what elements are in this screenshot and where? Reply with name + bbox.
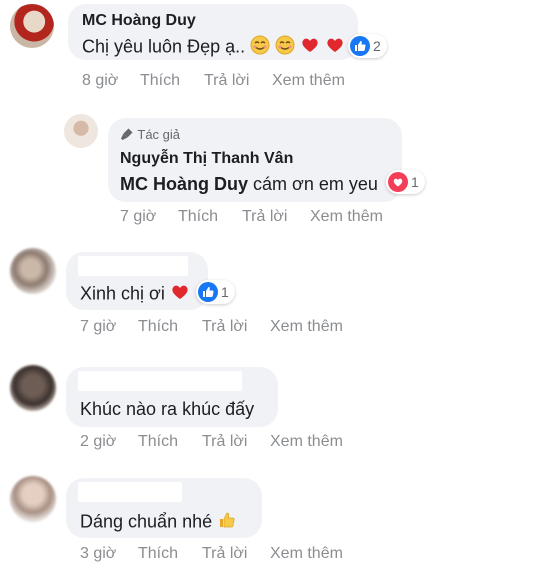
- comment-author[interactable]: Nguyễn Thị Thanh Vân: [120, 150, 293, 168]
- comment-text: Dáng chuẩn nhé: [80, 510, 237, 535]
- reaction-count: 1: [221, 284, 229, 300]
- smiling-emoji: [275, 35, 295, 60]
- reaction-count: 1: [411, 174, 419, 190]
- like-link[interactable]: Thích: [138, 318, 202, 336]
- comment-text: Chị yêu luôn Đẹp ạ..: [82, 35, 345, 60]
- see-more-link[interactable]: Xem thêm: [270, 433, 343, 451]
- comment-text-body: Xinh chị ơi: [80, 283, 165, 304]
- like-link[interactable]: Thích: [178, 208, 242, 226]
- comment-actions: 3 giờ Thích Trả lời Xem thêm: [80, 545, 343, 563]
- reaction-count: 2: [373, 38, 381, 54]
- thumbs-up-emoji: [217, 510, 237, 535]
- heart-emoji: [300, 35, 320, 60]
- comment-actions: 7 giờ Thích Trả lời Xem thêm: [80, 318, 343, 336]
- reply-link[interactable]: Trả lời: [204, 72, 272, 90]
- avatar[interactable]: [64, 114, 98, 148]
- reply-link[interactable]: Trả lời: [202, 433, 270, 451]
- comment-item: MC Hoàng Duy Chị yêu luôn Đẹp ạ.. 2 8 gi…: [0, 0, 541, 100]
- comment-text-body: Chị yêu luôn Đẹp ạ..: [82, 36, 246, 57]
- see-more-link[interactable]: Xem thêm: [270, 318, 343, 336]
- comment-actions: 2 giờ Thích Trả lời Xem thêm: [80, 433, 343, 451]
- avatar[interactable]: [10, 476, 56, 522]
- avatar[interactable]: [10, 4, 54, 48]
- comment-author[interactable]: MC Hoàng Duy: [82, 12, 196, 30]
- microphone-icon: [121, 128, 133, 140]
- author-name-redacted: [78, 256, 188, 276]
- like-link[interactable]: Thích: [138, 545, 202, 563]
- reaction-summary[interactable]: 2: [348, 34, 387, 58]
- comment-time[interactable]: 2 giờ: [80, 433, 138, 451]
- see-more-link[interactable]: Xem thêm: [270, 545, 343, 563]
- comment-text-body: cám ơn em yeu: [253, 174, 378, 194]
- author-badge-label: Tác giả: [137, 127, 181, 142]
- mention-tag[interactable]: MC Hoàng Duy: [120, 174, 248, 194]
- reply-link[interactable]: Trả lời: [202, 545, 270, 563]
- like-link[interactable]: Thích: [140, 72, 204, 90]
- like-icon: [350, 36, 370, 56]
- comment-item: Tác giả Nguyễn Thị Thanh Vân MC Hoàng Du…: [0, 100, 541, 230]
- reaction-summary[interactable]: 1: [386, 170, 425, 194]
- comment-text-body: Dáng chuẩn nhé: [80, 511, 213, 532]
- like-link[interactable]: Thích: [138, 433, 202, 451]
- comment-text: Khúc nào ra khúc đấy: [80, 399, 254, 420]
- smiling-emoji: [250, 35, 270, 60]
- comment-item: Xinh chị ơi 1 7 giờ Thích Trả lời Xem th…: [0, 240, 541, 340]
- comment-actions: 8 giờ Thích Trả lời Xem thêm: [82, 72, 345, 90]
- reaction-summary[interactable]: 1: [196, 280, 235, 304]
- heart-emoji: [325, 35, 345, 60]
- comment-text: MC Hoàng Duy cám ơn em yeu: [120, 174, 378, 195]
- like-icon: [198, 282, 218, 302]
- comment-actions: 7 giờ Thích Trả lời Xem thêm: [120, 208, 383, 226]
- avatar[interactable]: [10, 248, 56, 294]
- love-icon: [388, 172, 408, 192]
- comment-time[interactable]: 3 giờ: [80, 545, 138, 563]
- comment-time[interactable]: 7 giờ: [120, 208, 178, 226]
- author-name-redacted: [78, 482, 182, 502]
- comment-text-body: Khúc nào ra khúc đấy: [80, 399, 255, 419]
- comment-item: Dáng chuẩn nhé 3 giờ Thích Trả lời Xem t…: [0, 468, 541, 575]
- comment-time[interactable]: 7 giờ: [80, 318, 138, 336]
- comment-time[interactable]: 8 giờ: [82, 72, 140, 90]
- comment-text: Xinh chị ơi: [80, 282, 190, 307]
- author-name-redacted: [78, 371, 242, 391]
- author-badge: Tác giả: [120, 127, 180, 142]
- heart-emoji: [170, 282, 190, 307]
- reply-link[interactable]: Trả lời: [202, 318, 270, 336]
- see-more-link[interactable]: Xem thêm: [272, 72, 345, 90]
- see-more-link[interactable]: Xem thêm: [310, 208, 383, 226]
- comment-item: Khúc nào ra khúc đấy 2 giờ Thích Trả lời…: [0, 355, 541, 455]
- avatar[interactable]: [10, 365, 56, 411]
- reply-link[interactable]: Trả lời: [242, 208, 310, 226]
